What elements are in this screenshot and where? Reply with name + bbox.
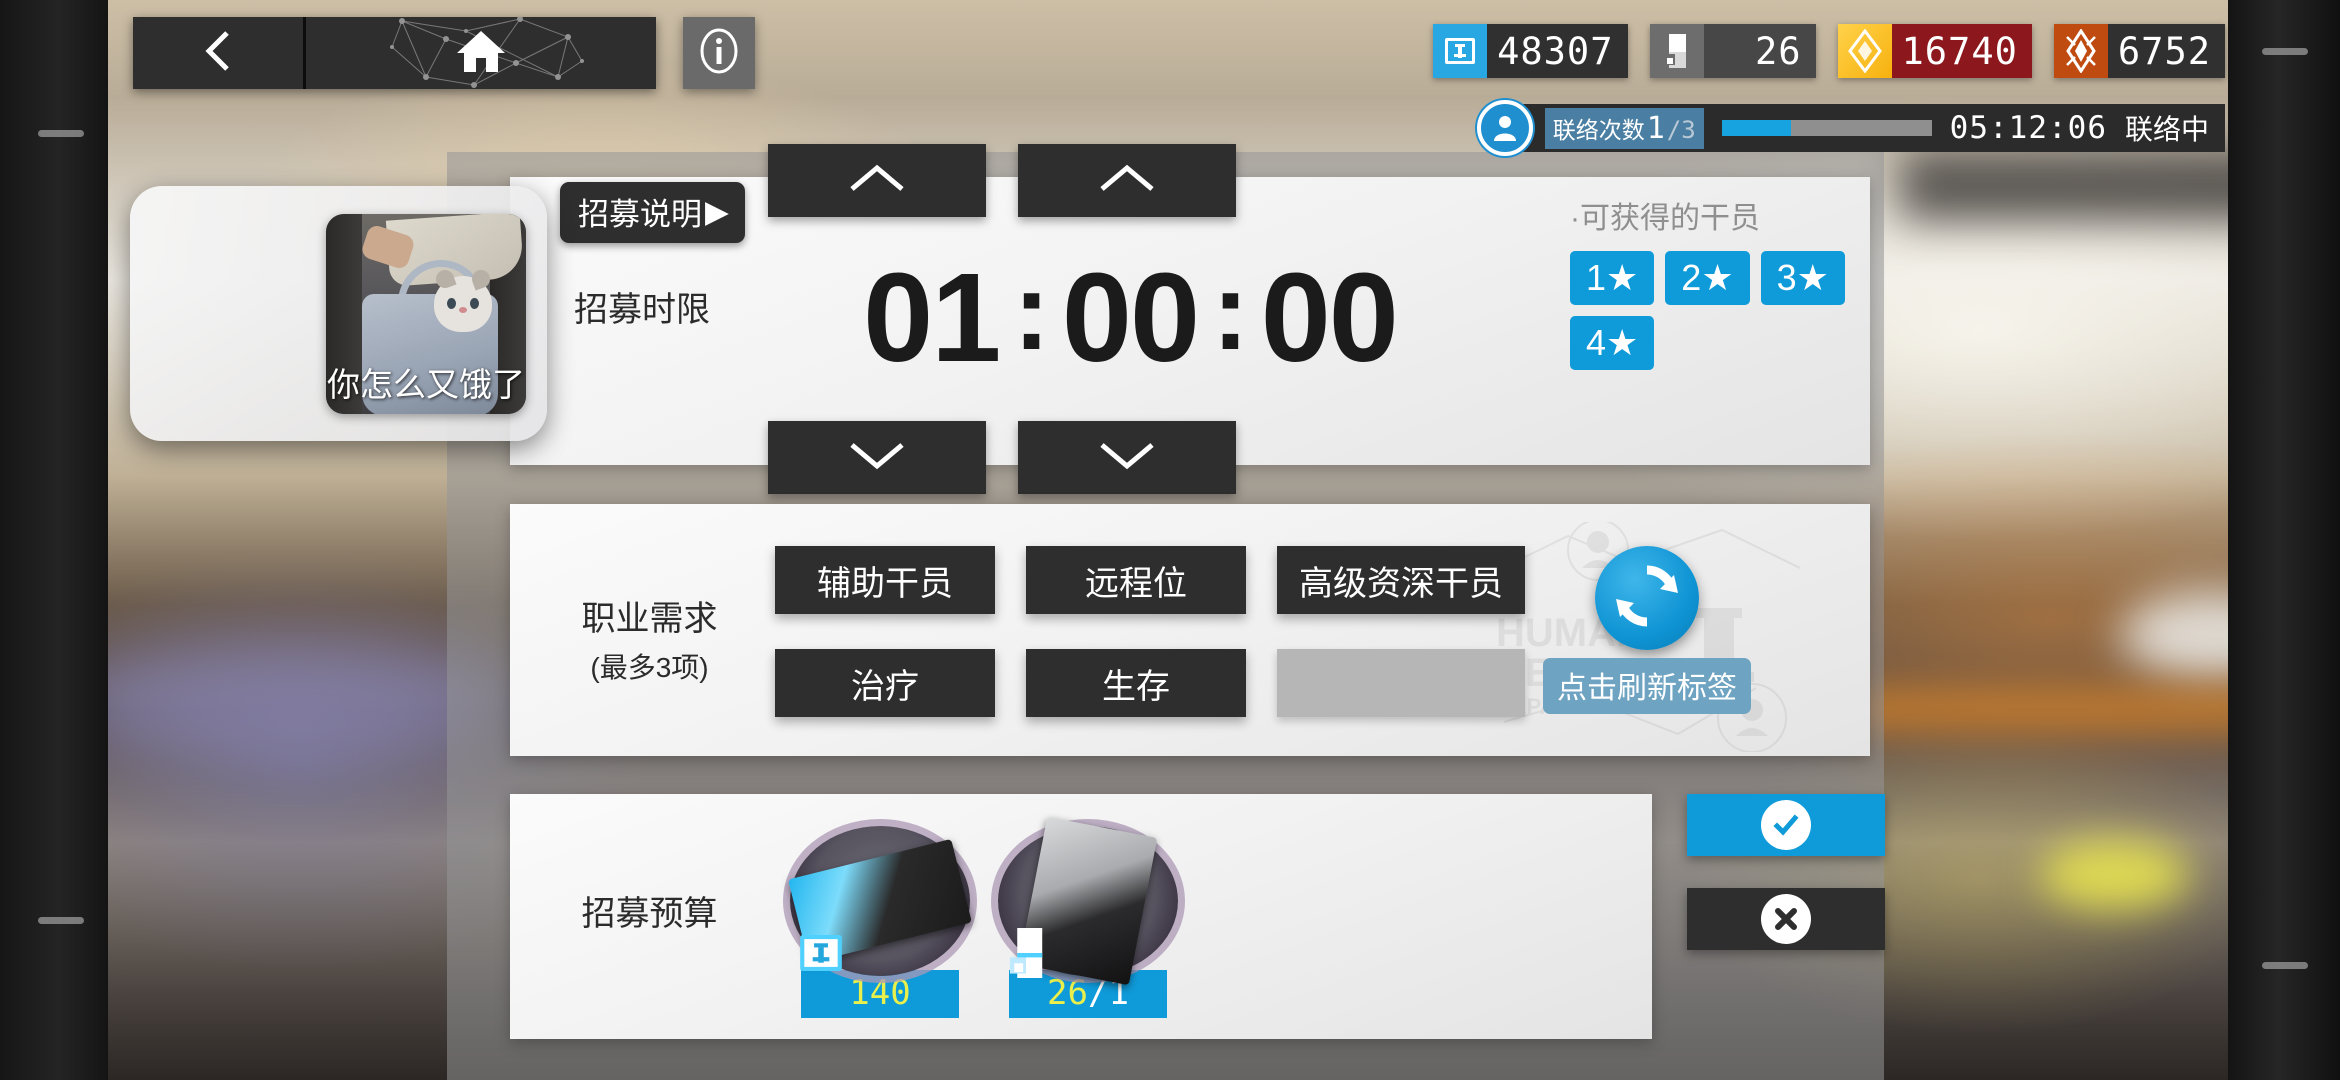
contact-body: 联络次数 1 /3 05:12:06 联络中 [1522, 104, 2225, 152]
back-button[interactable] [133, 17, 303, 89]
count-value: 140 [849, 973, 911, 1013]
rarity-badge-1[interactable]: 1★ [1570, 251, 1655, 305]
contact-label: 联络次数 [1552, 116, 1645, 143]
orundum-icon [1837, 24, 1892, 78]
floating-call-overlay[interactable]: 你怎么又饿了 [130, 186, 547, 441]
resource-expedited-plan[interactable]: 26 [1649, 24, 1816, 78]
nav-group [133, 17, 656, 89]
expedited-plan-icon [1002, 926, 1056, 980]
cancel-button[interactable] [1687, 888, 1885, 950]
contact-counter[interactable]: 联络次数 1 /3 05:12:06 联络中 [1476, 100, 2225, 156]
recruit-ticket-icon [1433, 24, 1488, 78]
recruit-timer-display: 01 : 00 : 00 [740, 227, 1520, 407]
tags-label-line2: (最多3项) [590, 652, 709, 683]
call-thumbnail[interactable]: 你怎么又饿了 [326, 214, 526, 414]
resource-value: 6752 [2107, 24, 2225, 78]
person-add-icon [1476, 100, 1533, 156]
chevron-down-icon [1096, 438, 1158, 477]
available-operators-title: ·可获得的干员 [1570, 202, 1760, 235]
home-icon [453, 27, 509, 80]
info-icon [694, 26, 744, 81]
originite-prime-icon [2053, 24, 2108, 78]
recruit-instructions-button[interactable]: 招募说明 ▶ [560, 182, 745, 243]
contact-chip: 联络次数 1 /3 [1544, 107, 1704, 149]
check-circle-icon [1761, 800, 1811, 850]
minutes-increase-button[interactable] [1018, 144, 1236, 217]
home-button[interactable] [306, 17, 656, 89]
timer-separator: : [1013, 249, 1050, 373]
budget-item-permit[interactable]: 140 [780, 826, 980, 1018]
rarity-badge-2[interactable]: 2★ [1665, 251, 1750, 305]
resource-bar: 48307 26 16740 6752 [1433, 24, 2225, 78]
available-operators: ·可获得的干员 1★ 2★ 3★ 4★ [1570, 193, 1860, 370]
resource-recruit-permit[interactable]: 48307 [1433, 24, 1628, 78]
timer-hours: 01 [863, 246, 1001, 388]
resource-originite-prime[interactable]: 6752 [2053, 24, 2225, 78]
tag-治疗[interactable]: 治疗 [775, 649, 995, 717]
top-hud: 48307 26 16740 6752 联络次数 1 /3 05:12:06 联… [0, 0, 2340, 156]
rarity-badge-list: 1★ 2★ 3★ 4★ [1570, 251, 1860, 370]
budget-card: 招募预算 140 26/1 [510, 794, 1652, 1039]
tag-生存[interactable]: 生存 [1026, 649, 1246, 717]
chevron-down-icon [846, 438, 908, 477]
tag-slot-empty[interactable] [1277, 649, 1525, 717]
hours-increase-button[interactable] [768, 144, 986, 217]
contact-status: 联络中 [2124, 114, 2209, 145]
device-bezel-left [0, 0, 108, 1080]
tag-高级资深干员[interactable]: 高级资深干员 [1277, 546, 1525, 614]
play-triangle-icon: ▶ [705, 193, 729, 229]
item-disc [998, 816, 1178, 986]
tag-辅助干员[interactable]: 辅助干员 [775, 546, 995, 614]
info-button[interactable] [683, 17, 755, 89]
confirm-button[interactable] [1687, 794, 1885, 856]
tags-label-line1: 职业需求 [581, 600, 718, 638]
resource-value: 26 [1703, 24, 1816, 78]
resource-value: 16740 [1891, 24, 2032, 78]
recruit-instructions-label: 招募说明 [578, 197, 702, 232]
screen: 48307 26 16740 6752 联络次数 1 /3 05:12:06 联… [0, 0, 2340, 1080]
timer-seconds: 00 [1260, 246, 1399, 388]
refresh-tags-group: 点击刷新标签 [1532, 546, 1762, 714]
budget-label: 招募预算 [581, 895, 718, 933]
contact-max: /3 [1666, 115, 1696, 144]
budget-item-plan[interactable]: 26/1 [988, 816, 1188, 1018]
recruit-time-label: 招募时限 [574, 291, 710, 329]
tags-label: 职业需求 (最多3项) [527, 591, 772, 686]
expedited-plan-icon [1649, 24, 1704, 78]
contact-current: 1 [1646, 110, 1665, 146]
tag-远程位[interactable]: 远程位 [1026, 546, 1246, 614]
contact-progress-bar [1721, 120, 1932, 136]
timer-separator: : [1212, 249, 1249, 373]
chevron-left-icon [201, 28, 235, 79]
recruitment-panel: 招募时限 01: 00: 00 ·可获得的干员 1★ 2★ 3★ 4★ 职业… [447, 144, 1885, 1080]
chevron-up-icon [1096, 161, 1158, 200]
timer-minutes: 00 [1061, 246, 1200, 388]
refresh-tags-button[interactable] [1595, 546, 1699, 650]
resource-orundum[interactable]: 16740 [1837, 24, 2032, 78]
item-disc [788, 826, 972, 976]
refresh-tags-tooltip: 点击刷新标签 [1543, 658, 1751, 714]
close-circle-icon [1761, 894, 1811, 944]
rarity-badge-4[interactable]: 4★ [1570, 316, 1655, 370]
chevron-up-icon [846, 161, 908, 200]
rarity-badge-3[interactable]: 3★ [1760, 251, 1845, 305]
device-bezel-right [2228, 0, 2340, 1080]
refresh-icon [1608, 557, 1686, 640]
contact-timer: 05:12:06 [1949, 110, 2107, 146]
resource-value: 48307 [1487, 24, 1628, 78]
action-buttons [1687, 794, 1885, 950]
hours-decrease-button[interactable] [768, 421, 986, 494]
call-thumbnail-caption: 你怎么又饿了 [327, 366, 525, 403]
minutes-decrease-button[interactable] [1018, 421, 1236, 494]
tags-card: 职业需求 (最多3项) HUMAN RESOU DEPARTME 辅助干员 [510, 504, 1870, 756]
recruit-ticket-icon [794, 926, 848, 980]
